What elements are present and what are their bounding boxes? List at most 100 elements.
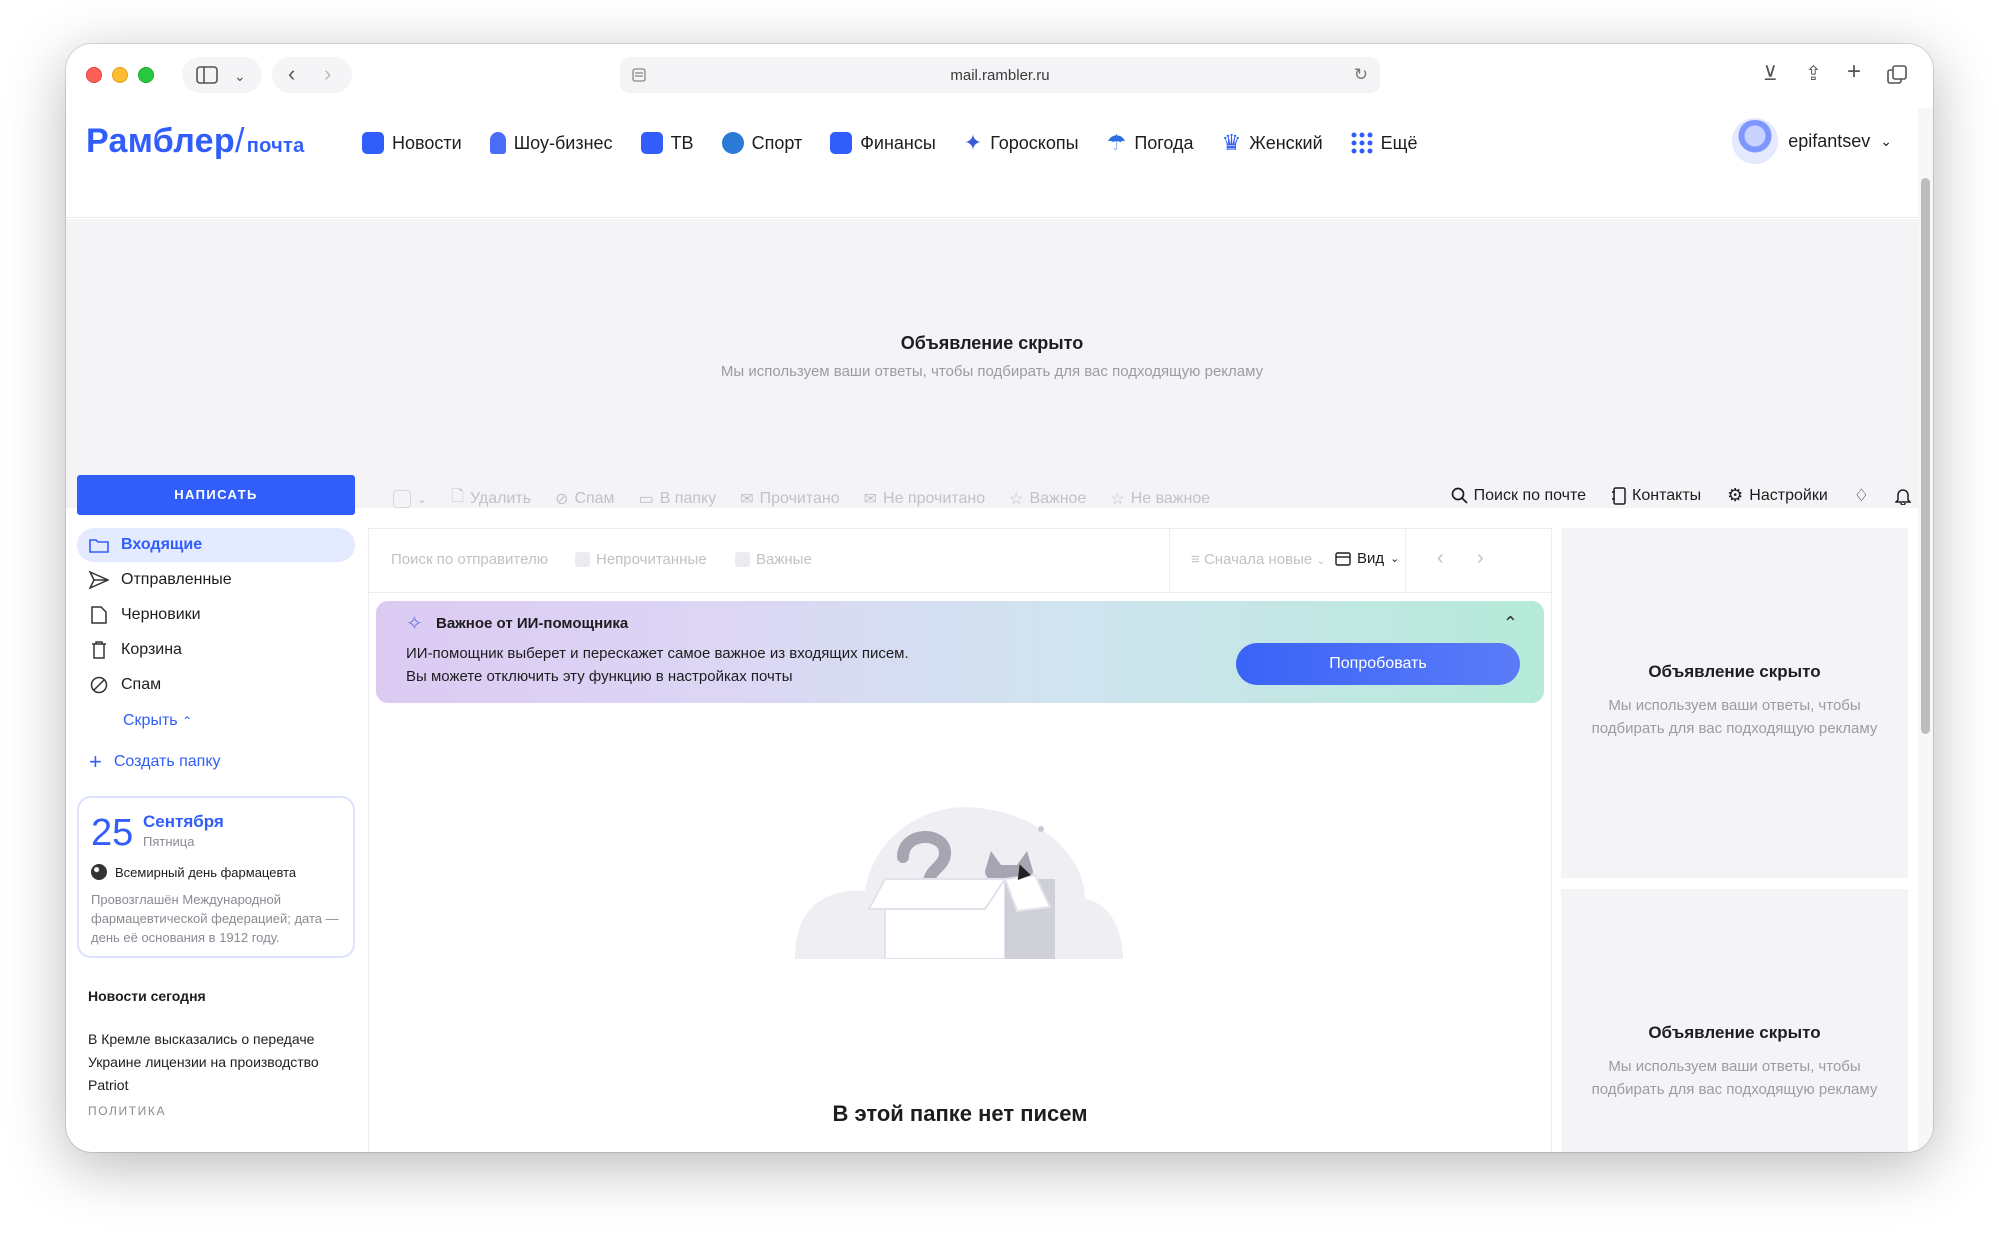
share-icon[interactable]: ⇪: [1805, 64, 1822, 84]
view-dropdown[interactable]: Вид ⌄: [1335, 550, 1399, 567]
folder-icon: ▭: [638, 490, 654, 508]
chevron-down-icon: ⌄: [234, 68, 246, 84]
spam-icon: ⊘: [555, 490, 569, 508]
try-ai-button[interactable]: Попробовать: [1236, 643, 1520, 685]
folder-inbox-label: Входящие: [121, 536, 203, 553]
nav-tv[interactable]: ТВ: [640, 130, 694, 156]
close-window-button[interactable]: [86, 67, 102, 83]
star-icon: ☆: [1009, 490, 1024, 508]
contacts-button[interactable]: Контакты: [1612, 487, 1701, 505]
calendar-event-title: Всемирный день фармацевта: [115, 864, 297, 880]
filter-unread[interactable]: Непрочитанные: [575, 551, 707, 568]
mark-unread-label: Не прочитано: [883, 489, 986, 507]
mark-unread-button[interactable]: ✉ Не прочитано: [864, 489, 985, 509]
nav-finance-label: Финансы: [860, 132, 936, 153]
folder-drafts[interactable]: Черновики: [77, 598, 355, 632]
chevron-down-icon: ⌄: [1390, 553, 1400, 565]
empty-folder-message: В этой папке нет писем: [832, 1101, 1088, 1126]
microphone-icon: [489, 132, 506, 154]
search-mail-button[interactable]: Поиск по почте: [1451, 487, 1586, 505]
next-page-icon[interactable]: ›: [1477, 547, 1484, 570]
logo-slash: /: [234, 122, 245, 160]
nav-finance[interactable]: Финансы: [830, 130, 936, 156]
sidebar-toggle-group[interactable]: ⌄: [182, 57, 262, 93]
chevron-down-icon: ⌄: [1880, 132, 1892, 149]
portal-nav: Новости Шоу-бизнес ТВ Спорт Финансы ✦ Гор…: [362, 130, 1417, 156]
crown-icon: ♛: [1221, 130, 1242, 155]
nav-weather[interactable]: ☂ Погода: [1107, 130, 1194, 156]
nav-showbiz-label: Шоу-бизнес: [513, 132, 613, 153]
folder-spam[interactable]: Спам: [77, 668, 355, 702]
address-bar[interactable]: mail.rambler.ru ↻: [620, 57, 1380, 93]
globe-icon: [91, 864, 107, 880]
sender-search-input[interactable]: Поиск по отправителю: [391, 551, 548, 568]
nav-sport-label: Спорт: [751, 132, 803, 153]
sort-dropdown[interactable]: ≡ Сначала новые ⌄: [1191, 551, 1326, 568]
filter-divider: [1405, 529, 1406, 593]
hide-folders-link[interactable]: Скрыть ⌃: [123, 712, 192, 730]
ad-side-1-subtitle: Мы используем ваши ответы, чтобы подбира…: [1591, 697, 1878, 737]
news-item[interactable]: В Кремле высказались о передаче Украине …: [88, 1028, 350, 1097]
select-all-checkbox[interactable]: ⌄: [393, 489, 428, 508]
delete-button[interactable]: 🗋 Удалить: [451, 485, 531, 512]
bell-icon[interactable]: [1895, 487, 1911, 505]
calendar-widget[interactable]: 25 Сентября Пятница Всемирный день фарма…: [77, 796, 355, 958]
chevron-up-icon[interactable]: ⌃: [1503, 613, 1518, 634]
history-nav-group: ‹ ›: [272, 57, 352, 93]
reload-icon[interactable]: ↻: [1354, 65, 1368, 85]
move-to-folder-button[interactable]: ▭ В папку: [639, 489, 717, 509]
filter-important[interactable]: Важные: [735, 551, 812, 568]
filter-important-label: Важные: [756, 551, 812, 568]
ad-side-2: Объявление скрыто Мы используем ваши отв…: [1561, 889, 1908, 1152]
nav-news[interactable]: Новости: [362, 130, 462, 156]
lightbulb-icon[interactable]: ♢: [1854, 486, 1869, 506]
zoom-window-button[interactable]: [138, 67, 154, 83]
nav-sport[interactable]: Спорт: [721, 130, 803, 156]
forward-icon[interactable]: ›: [324, 63, 331, 85]
new-tab-icon[interactable]: +: [1847, 60, 1861, 84]
filter-bar: Поиск по отправителю Непрочитанные Важны…: [369, 529, 1551, 593]
calendar-weekday: Пятница: [143, 834, 195, 849]
folder-sent[interactable]: Отправленные: [77, 563, 355, 597]
folder-icon: [89, 539, 109, 553]
tab-overview-icon[interactable]: [1887, 65, 1907, 85]
spam-button[interactable]: ⊘ Спам: [555, 489, 615, 509]
page-scrollbar[interactable]: [1918, 108, 1933, 1152]
spam-icon: [90, 676, 108, 694]
rambler-mail-logo[interactable]: Рамблер/почта: [86, 122, 305, 161]
nav-weather-label: Погода: [1134, 132, 1194, 153]
folder-inbox[interactable]: Входящие: [77, 528, 355, 562]
umbrella-icon: ☂: [1106, 130, 1127, 155]
folder-trash[interactable]: Корзина: [77, 633, 355, 667]
checkbox-icon: [575, 552, 590, 567]
scrollbar-thumb[interactable]: [1921, 178, 1930, 734]
nav-showbiz[interactable]: Шоу-бизнес: [489, 130, 613, 156]
hide-folders-label: Скрыть: [123, 712, 178, 729]
compose-button[interactable]: НАПИСАТЬ: [77, 475, 355, 515]
nav-more[interactable]: Ещё: [1351, 130, 1417, 156]
mark-not-important-button[interactable]: ☆ Не важное: [1110, 489, 1210, 509]
settings-button[interactable]: ⚙ Настройки: [1727, 485, 1828, 506]
create-folder-link[interactable]: + Создать папку: [89, 749, 221, 775]
spam-label: Спам: [574, 489, 615, 507]
chevron-down-icon: ⌄: [1316, 555, 1326, 567]
nav-women[interactable]: ♛ Женский: [1222, 130, 1323, 156]
ad-title: Объявление скрыто: [900, 333, 1084, 353]
envelope-icon: ✉: [863, 490, 878, 508]
nav-women-label: Женский: [1249, 132, 1323, 153]
bag-icon: [830, 132, 853, 154]
folder-sent-label: Отправленные: [121, 571, 232, 588]
prev-page-icon[interactable]: ‹: [1437, 547, 1444, 570]
download-icon[interactable]: ⊻: [1763, 64, 1778, 84]
view-icon: [1335, 551, 1351, 566]
browser-toolbar: ⌄ ‹ › mail.rambler.ru ↻ ⊻ ⇪ +: [66, 44, 1933, 108]
user-menu[interactable]: epifantsev ⌄: [1732, 118, 1892, 164]
folder-drafts-label: Черновики: [121, 606, 201, 623]
nav-horoscope[interactable]: ✦ Гороскопы: [964, 130, 1079, 156]
chevron-up-icon: ⌃: [182, 714, 193, 728]
mark-important-button[interactable]: ☆ Важное: [1009, 489, 1086, 509]
chevron-down-icon: ⌄: [417, 491, 428, 506]
back-icon[interactable]: ‹: [288, 63, 295, 85]
minimize-window-button[interactable]: [112, 67, 128, 83]
mark-read-button[interactable]: ✉ Прочитано: [740, 489, 839, 509]
